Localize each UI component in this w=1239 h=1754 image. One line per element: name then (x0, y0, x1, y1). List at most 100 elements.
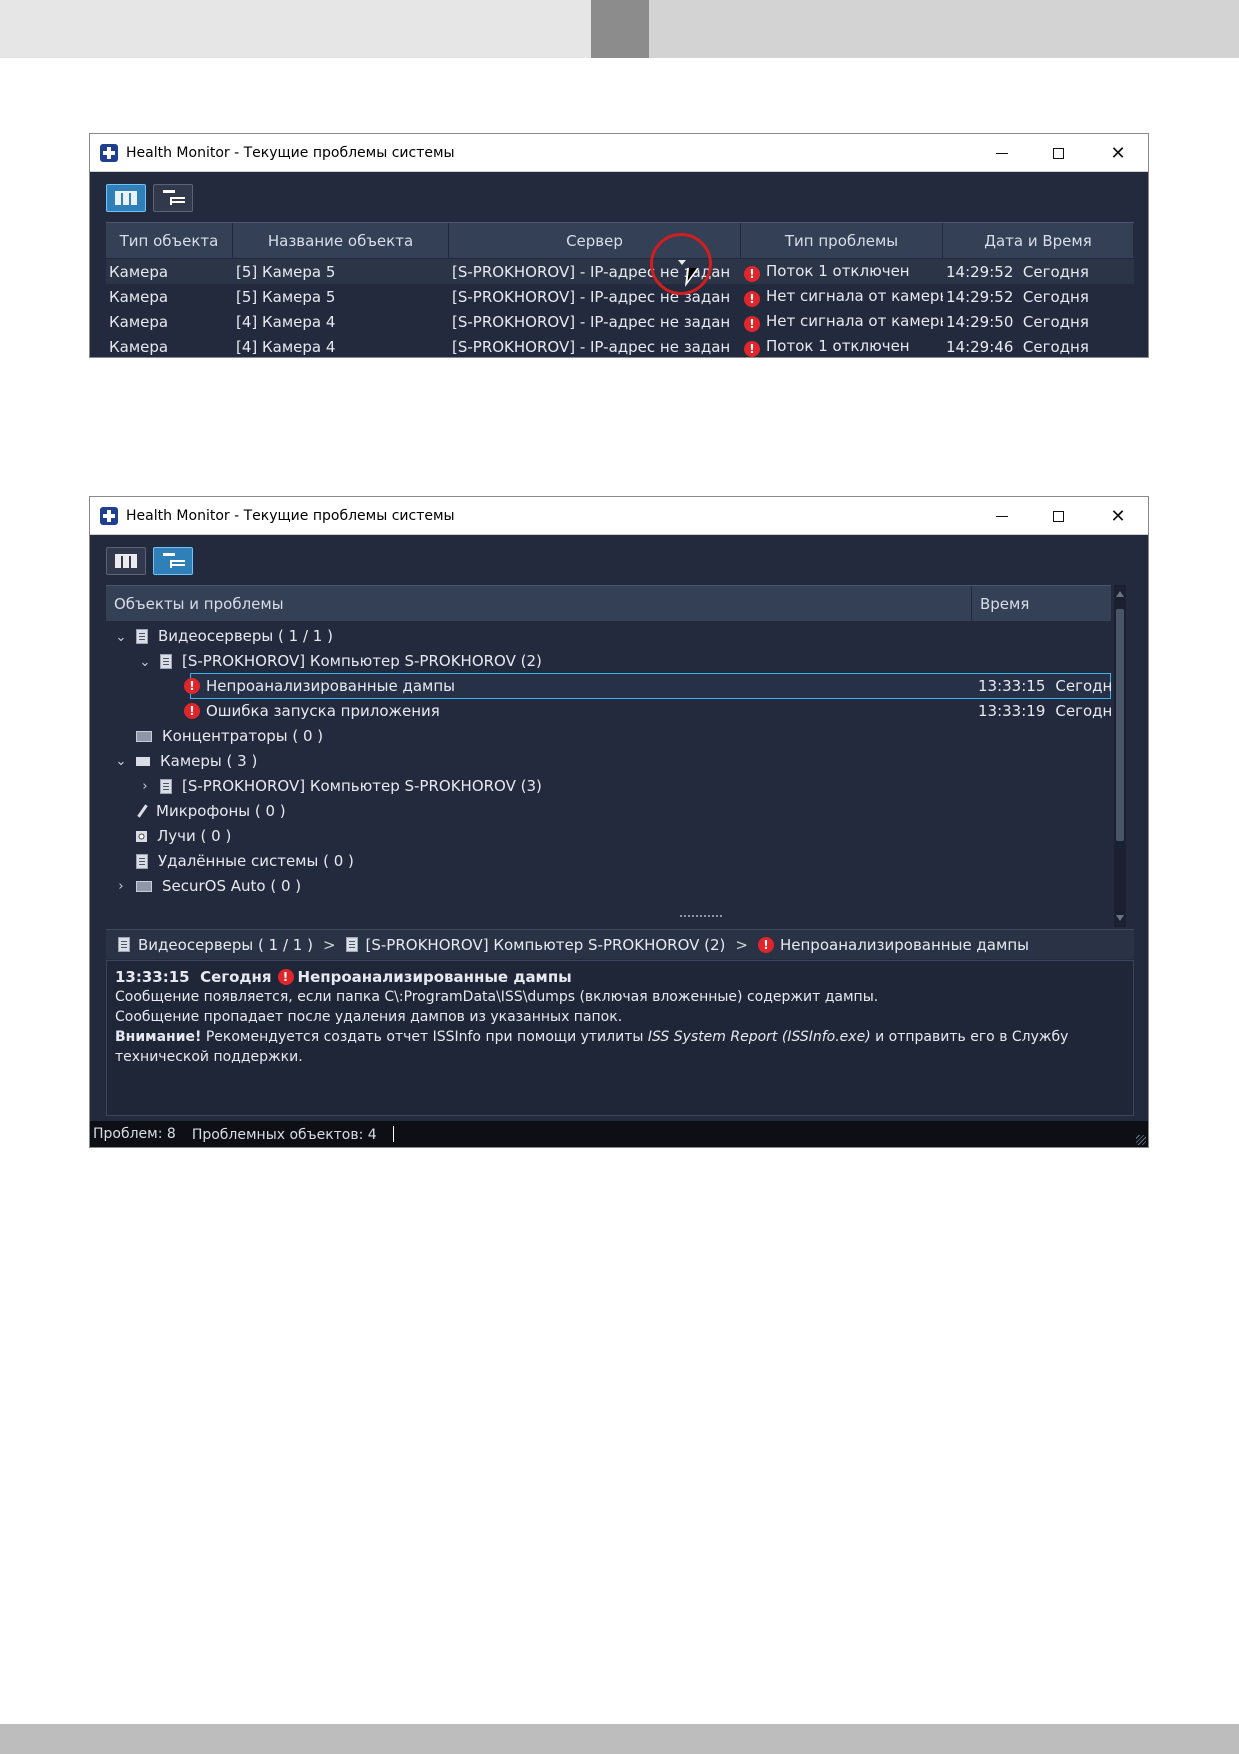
tree-node-problem-app-start[interactable]: ! Ошибка запуска приложения (184, 698, 440, 724)
text-caret (392, 1125, 394, 1142)
cell-object-type: Камера (109, 262, 169, 281)
warning-label: Внимание! (115, 1029, 202, 1045)
chevron-down-icon[interactable]: ⌄ (138, 649, 152, 675)
scroll-thumb[interactable] (1116, 609, 1124, 841)
cell-date-time: 14:29:50 Сегодня (943, 313, 1134, 331)
title-bar[interactable]: Health Monitor - Текущие проблемы систем… (90, 497, 1148, 535)
breadcrumb: Видеосерверы ( 1 / 1 ) > [S-PROKHOROV] К… (106, 929, 1134, 959)
day-text: Сегодня (1022, 262, 1089, 281)
tree-node-computer-3[interactable]: [S-PROKHOROV] Компьютер S-PROKHOROV (3) (160, 773, 542, 799)
table-row[interactable]: Камера [5] Камера 5 [S-PROKHOROV] - IP-а… (106, 284, 1134, 309)
table-body: Камера [5] Камера 5 [S-PROKHOROV] - IP-а… (106, 259, 1134, 357)
cell-problem: ! Нет сигнала от камеры (741, 287, 943, 307)
mouse-cursor-icon (685, 268, 699, 287)
breadcrumb-level-1[interactable]: Видеосерверы ( 1 / 1 ) (138, 936, 313, 954)
table-view-button[interactable] (106, 184, 146, 212)
node-label: Непроанализированные дампы (206, 677, 455, 695)
resize-grip-icon[interactable] (1136, 1135, 1146, 1145)
column-header-object-name[interactable]: Название объекта (233, 223, 449, 258)
minimize-button[interactable] (974, 497, 1030, 535)
maximize-button[interactable] (1030, 497, 1086, 535)
table-grid-icon (115, 554, 137, 568)
tree-scrollbar[interactable] (1114, 585, 1126, 927)
chevron-right-icon[interactable]: › (114, 873, 128, 899)
server-icon (118, 937, 130, 952)
node-label: Камеры ( 3 ) (160, 752, 258, 770)
exclamation-icon: ! (184, 703, 200, 719)
column-header-problem-type[interactable]: Тип проблемы (741, 223, 943, 258)
node-label: Лучи ( 0 ) (157, 827, 232, 845)
chevron-down-icon[interactable]: ⌄ (114, 624, 128, 650)
problem-text: Поток 1 отключен (766, 261, 910, 280)
time-text: 14:29:46 (946, 337, 1014, 356)
tree-node-rays[interactable]: Лучи ( 0 ) (136, 823, 231, 849)
auto-icon (136, 880, 152, 892)
chevron-right-icon[interactable]: › (138, 773, 152, 799)
tree-view-icon (162, 553, 185, 569)
status-object-count-text: Проблемных объектов: 4 (191, 1126, 377, 1143)
warning-tool-name: ISS System Report (ISSInfo.exe) (647, 1029, 871, 1045)
tree-view-icon (162, 190, 185, 206)
server-icon (136, 628, 148, 644)
close-button[interactable]: ✕ (1090, 134, 1146, 172)
close-button[interactable]: ✕ (1090, 497, 1146, 535)
tree-node-problem-dumps[interactable]: ! Непроанализированные дампы (184, 673, 455, 699)
chevron-down-icon[interactable]: ⌄ (114, 748, 128, 774)
problem-time: 13:33:19 Сегодня (978, 698, 1111, 724)
scroll-down-icon[interactable] (1116, 915, 1124, 921)
column-header-objects[interactable]: Объекты и проблемы (114, 595, 284, 613)
breadcrumb-level-3[interactable]: Непроанализированные дампы (780, 936, 1029, 954)
exclamation-icon: ! (744, 290, 760, 307)
tree-view-button[interactable] (153, 547, 193, 575)
node-label: Микрофоны ( 0 ) (156, 802, 286, 820)
health-monitor-window-table: Health Monitor - Текущие проблемы систем… (89, 133, 1149, 358)
title-bar[interactable]: Health Monitor - Текущие проблемы систем… (90, 134, 1148, 172)
column-header-time[interactable]: Время (971, 586, 1029, 622)
time-text: 13:33:19 (978, 702, 1046, 720)
page-footer-bar (0, 1724, 1239, 1754)
details-line-2: Сообщение пропадает после удаления дампо… (115, 1009, 623, 1025)
page-header-left (0, 0, 591, 58)
minimize-icon (996, 515, 1008, 517)
table-row[interactable]: Камера [5] Камера 5 [S-PROKHOROV] - IP-а… (106, 259, 1134, 284)
tree-node-securos-auto[interactable]: SecurOS Auto ( 0 ) (136, 873, 301, 899)
cell-object-type: Камера (109, 312, 169, 331)
table-header: Тип объекта Название объекта Сервер Тип … (106, 222, 1134, 258)
minimize-button[interactable] (974, 134, 1030, 172)
tree-node-videoservers[interactable]: Видеосерверы ( 1 / 1 ) (136, 623, 333, 649)
page-header-right (649, 0, 1239, 58)
tree-node-hubs[interactable]: Концентраторы ( 0 ) (136, 723, 323, 749)
column-header-date-time[interactable]: Дата и Время (943, 223, 1134, 258)
window-title: Health Monitor - Текущие проблемы систем… (126, 508, 455, 524)
details-time: 13:33:15 (115, 968, 190, 986)
tree-node-cameras[interactable]: Камеры ( 3 ) (136, 748, 257, 774)
tree-node-remote-systems[interactable]: Удалённые системы ( 0 ) (136, 848, 354, 874)
maximize-button[interactable] (1030, 134, 1086, 172)
details-heading: 13:33:15 Сегодня ! Непроанализированные … (115, 967, 1125, 987)
cell-server: [S-PROKHOROV] - IP-адрес не задан (452, 337, 731, 356)
object-tree: ⌄ Видеосерверы ( 1 / 1 ) ⌄ [S-PROKHOROV]… (106, 622, 1111, 928)
scroll-up-icon[interactable] (1116, 591, 1124, 597)
breadcrumb-separator: > (735, 935, 748, 954)
splitter-handle[interactable] (680, 915, 724, 917)
table-grid-icon (115, 191, 137, 205)
day-text: Сегодня (1055, 702, 1111, 720)
server-icon (160, 778, 172, 794)
table-row[interactable]: Камера [4] Камера 4 [S-PROKHOROV] - IP-а… (106, 309, 1134, 334)
column-header-object-type[interactable]: Тип объекта (106, 223, 233, 258)
table-row[interactable]: Камера [4] Камера 4 [S-PROKHOROV] - IP-а… (106, 334, 1134, 357)
node-label: Удалённые системы ( 0 ) (158, 852, 354, 870)
status-problem-count: Проблем: 8 (93, 1126, 176, 1142)
breadcrumb-level-2[interactable]: [S-PROKHOROV] Компьютер S-PROKHOROV (2) (366, 936, 726, 954)
status-object-count: Проблемных объектов: 4 (191, 1125, 394, 1143)
cell-problem: ! Поток 1 отключен (741, 262, 943, 282)
tree-node-microphones[interactable]: Микрофоны ( 0 ) (136, 798, 286, 824)
table-view-button[interactable] (106, 547, 146, 575)
exclamation-icon: ! (277, 969, 294, 985)
click-highlight-circle (650, 233, 712, 295)
cell-object-name: [4] Камера 4 (236, 312, 336, 331)
tree-view-button[interactable] (153, 184, 193, 212)
tree-node-computer-2[interactable]: [S-PROKHOROV] Компьютер S-PROKHOROV (2) (160, 648, 542, 674)
server-icon (345, 937, 358, 952)
warning-text-1: Рекомендуется создать отчет ISSInfo при … (201, 1029, 648, 1045)
